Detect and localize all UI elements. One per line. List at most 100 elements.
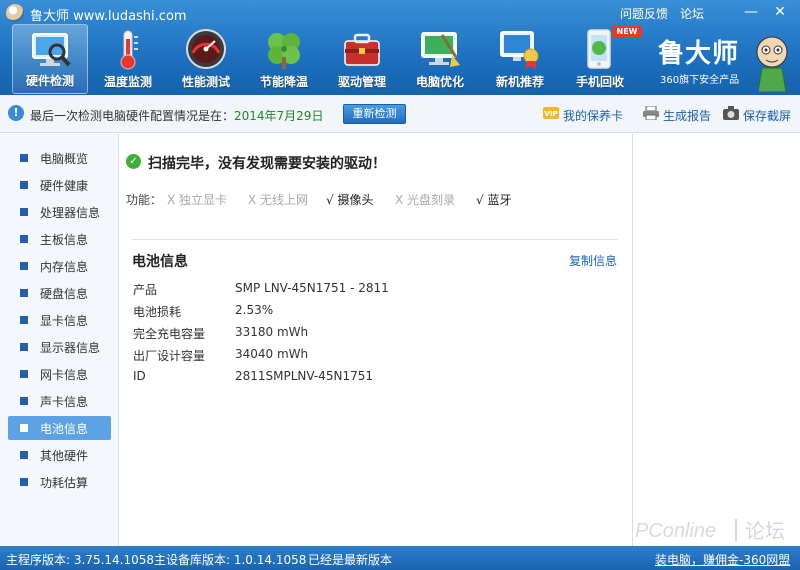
- bullet-icon: [20, 208, 28, 216]
- nav-label: 驱动管理: [337, 75, 386, 89]
- warranty-card-link[interactable]: 我的保养卡: [563, 107, 623, 124]
- sidebar-item-label: 网卡信息: [40, 368, 89, 382]
- close-icon[interactable]: ✕: [770, 3, 790, 21]
- sidebar-item-label: 显卡信息: [40, 314, 89, 328]
- watermark-text: PConline: [635, 520, 716, 542]
- printer-icon: [643, 106, 659, 120]
- nav-label: 性能测试: [181, 75, 230, 89]
- nav-hardware-detect[interactable]: 硬件检测: [12, 24, 88, 94]
- vip-badge-text: VIP: [544, 110, 557, 118]
- sidebar-item-label: 硬盘信息: [40, 287, 89, 301]
- row-value-wear: 2.53%: [235, 303, 274, 317]
- sidebar-item-graphics[interactable]: 显卡信息: [8, 308, 111, 332]
- features-label: 功能：: [126, 193, 163, 207]
- right-panel: [632, 134, 800, 546]
- nav-optimize[interactable]: 电脑优化: [402, 24, 478, 94]
- sidebar-item-power-estimate[interactable]: 功耗估算: [8, 470, 111, 494]
- vip-card-icon: VIP: [543, 107, 559, 119]
- camera-icon: [723, 106, 739, 120]
- db-version: 主设备库版本: 1.0.14.1058: [154, 553, 307, 567]
- bullet-icon: [20, 451, 28, 459]
- bullet-icon: [20, 235, 28, 243]
- check-circle-icon: ✓: [126, 154, 141, 169]
- sidebar: 电脑概览 硬件健康 处理器信息 主板信息 内存信息 硬盘信息 显卡信息 显示器信…: [0, 134, 119, 546]
- sidebar-item-label: 显示器信息: [40, 341, 101, 355]
- title-bar: 鲁大师 www.ludashi.com 问题反馈 论坛 — ✕: [0, 0, 800, 26]
- info-bar: ! 最后一次检测电脑硬件配置情况是在： 2014年7月29日 重新检测 VIP …: [0, 95, 800, 133]
- bullet-icon: [20, 343, 28, 351]
- sidebar-item-battery[interactable]: 电池信息: [8, 416, 111, 440]
- bullet-icon: [20, 289, 28, 297]
- nav-temperature[interactable]: 温度监测: [90, 24, 166, 94]
- info-icon: !: [8, 105, 24, 121]
- row-label-id: ID: [133, 369, 146, 383]
- sidebar-item-other-hardware[interactable]: 其他硬件: [8, 443, 111, 467]
- last-detect-text: 最后一次检测电脑硬件配置情况是在：: [30, 109, 235, 123]
- main-content: ✓ 扫描完毕，没有发现需要安装的驱动！ 功能： X 独立显卡 X 无线上网 √ …: [120, 134, 632, 546]
- sidebar-item-label: 其他硬件: [40, 449, 89, 463]
- clover-icon: [268, 33, 300, 69]
- nav-label: 新机推荐: [495, 75, 544, 89]
- save-screenshot-link[interactable]: 保存截屏: [743, 107, 791, 124]
- promo-link[interactable]: 装电脑，赚佣金-360网盟: [655, 551, 790, 568]
- bullet-icon: [20, 154, 28, 162]
- speedometer-icon: [186, 29, 226, 69]
- row-label-full-charge: 完全充电容量: [133, 327, 206, 341]
- monitor-award-icon: [500, 31, 539, 69]
- feedback-link[interactable]: 问题反馈: [620, 5, 668, 22]
- bullet-icon: [20, 370, 28, 378]
- nav-energy-saving[interactable]: 节能降温: [246, 24, 322, 94]
- row-value-design-capacity: 34040 mWh: [235, 347, 309, 361]
- nav-label: 温度监测: [103, 75, 152, 89]
- sidebar-item-label: 功耗估算: [40, 476, 89, 490]
- new-badge: NEW: [612, 26, 642, 38]
- watermark-forum: 论坛: [745, 519, 785, 543]
- bullet-icon: [20, 262, 28, 270]
- nav-new-pc[interactable]: 新机推荐: [482, 24, 558, 94]
- brand-name: 鲁大师: [658, 39, 740, 69]
- thermometer-icon: [120, 30, 138, 70]
- sidebar-item-label: 电池信息: [40, 422, 89, 436]
- sidebar-item-overview[interactable]: 电脑概览: [8, 146, 111, 170]
- nav-label: 手机回收: [575, 75, 624, 89]
- bullet-icon: [20, 397, 28, 405]
- sidebar-item-disk[interactable]: 硬盘信息: [8, 281, 111, 305]
- redetect-button[interactable]: 重新检测: [343, 104, 406, 124]
- sidebar-item-memory[interactable]: 内存信息: [8, 254, 111, 278]
- forum-link[interactable]: 论坛: [680, 5, 704, 22]
- toolbox-icon: [344, 33, 380, 66]
- sidebar-item-motherboard[interactable]: 主板信息: [8, 227, 111, 251]
- feature-disc-burner: X 光盘刻录: [395, 193, 456, 207]
- pconline-watermark: PConline 论坛: [635, 519, 785, 543]
- generate-report-link[interactable]: 生成报告: [663, 107, 711, 124]
- app-header: 鲁大师 www.ludashi.com 问题反馈 论坛 — ✕ 硬件检测 温度监…: [0, 0, 800, 95]
- app-logo-icon: [6, 4, 24, 22]
- monitor-broom-icon: [421, 32, 460, 67]
- bullet-icon: [20, 424, 28, 432]
- row-label-wear: 电池损耗: [133, 305, 182, 319]
- sidebar-item-sound[interactable]: 声卡信息: [8, 389, 111, 413]
- main-version: 主程序版本: 3.75.14.1058: [6, 553, 155, 567]
- nav-performance[interactable]: 性能测试: [168, 24, 244, 94]
- nav-driver[interactable]: 驱动管理: [324, 24, 400, 94]
- feature-camera: √ 摄像头: [326, 193, 374, 207]
- brand-subtitle: 360旗下安全产品: [660, 75, 740, 86]
- sidebar-item-network[interactable]: 网卡信息: [8, 362, 111, 386]
- row-value-id: 2811SMPLNV-45N1751: [235, 369, 374, 383]
- copy-info-link[interactable]: 复制信息: [569, 252, 617, 269]
- sidebar-item-hardware-health[interactable]: 硬件健康: [8, 173, 111, 197]
- bullet-icon: [20, 478, 28, 486]
- version-status: 已经是最新版本: [308, 553, 393, 567]
- sidebar-item-display[interactable]: 显示器信息: [8, 335, 111, 359]
- sidebar-item-label: 内存信息: [40, 260, 89, 274]
- sidebar-item-cpu[interactable]: 处理器信息: [8, 200, 111, 224]
- section-title: 电池信息: [132, 254, 188, 270]
- minimize-icon[interactable]: —: [741, 3, 761, 21]
- row-label-product: 产品: [133, 283, 158, 297]
- row-value-full-charge: 33180 mWh: [235, 325, 309, 339]
- status-bar: 主程序版本: 3.75.14.1058 主设备库版本: 1.0.14.1058 …: [0, 546, 800, 570]
- row-label-design-capacity: 出厂设计容量: [133, 349, 206, 363]
- nav-label: 节能降温: [259, 75, 308, 89]
- sidebar-item-label: 处理器信息: [40, 206, 101, 220]
- feature-wireless: X 无线上网: [248, 193, 309, 207]
